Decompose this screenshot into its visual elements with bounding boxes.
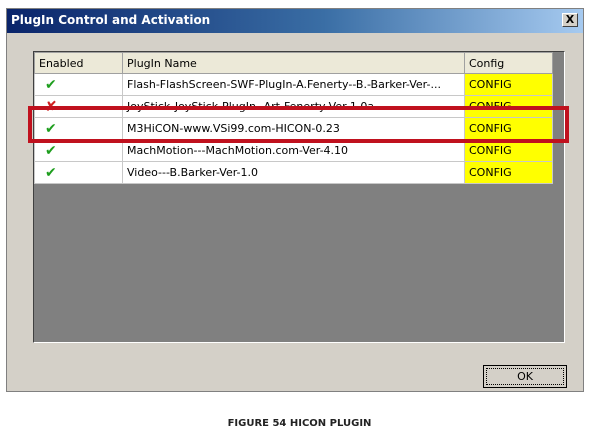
- column-header-enabled[interactable]: Enabled: [34, 52, 123, 74]
- green-check-icon: ✔: [45, 76, 57, 93]
- red-x-icon: ✘: [45, 98, 57, 115]
- enabled-cell[interactable]: ✔: [34, 73, 123, 96]
- enabled-cell[interactable]: ✘: [34, 95, 123, 118]
- plugin-name-cell: M3HiCON-www.VSi99.com-HICON-0.23: [122, 117, 465, 140]
- plugin-table: Enabled PlugIn Name Config ✔ Flash-Flash…: [34, 52, 553, 184]
- enabled-cell[interactable]: ✔: [34, 161, 123, 184]
- table-row[interactable]: ✔ MachMotion---MachMotion.com-Ver-4.10 C…: [34, 139, 553, 162]
- enabled-cell[interactable]: ✔: [34, 117, 123, 140]
- config-button[interactable]: CONFIG: [464, 139, 553, 162]
- title-bar[interactable]: PlugIn Control and Activation X: [7, 9, 583, 33]
- ok-button[interactable]: OK: [483, 365, 567, 388]
- table-header: Enabled PlugIn Name Config: [34, 52, 553, 74]
- plugin-name-cell: Video---B.Barker-Ver-1.0: [122, 161, 465, 184]
- config-button[interactable]: CONFIG: [464, 117, 553, 140]
- plugin-name-cell: Flash-FlashScreen-SWF-PlugIn-A.Fenerty--…: [122, 73, 465, 96]
- green-check-icon: ✔: [45, 120, 57, 137]
- close-button[interactable]: X: [562, 13, 578, 27]
- config-button[interactable]: CONFIG: [464, 161, 553, 184]
- plugin-list[interactable]: Enabled PlugIn Name Config ✔ Flash-Flash…: [33, 51, 565, 343]
- close-icon: X: [565, 13, 575, 26]
- config-button[interactable]: CONFIG: [464, 95, 553, 118]
- plugin-name-cell: JoyStick-JoyStick-PlugIn--Art-Fenerty-Ve…: [122, 95, 465, 118]
- dialog-title: PlugIn Control and Activation: [11, 13, 211, 27]
- ok-button-label: OK: [486, 368, 564, 385]
- green-check-icon: ✔: [45, 164, 57, 181]
- figure-caption: FIGURE 54 HICON PLUGIN: [227, 418, 372, 429]
- plugin-control-dialog: PlugIn Control and Activation X Enabled …: [6, 8, 584, 392]
- green-check-icon: ✔: [45, 142, 57, 159]
- enabled-cell[interactable]: ✔: [34, 139, 123, 162]
- table-row[interactable]: ✔ Flash-FlashScreen-SWF-PlugIn-A.Fenerty…: [34, 73, 553, 96]
- table-row[interactable]: ✔ M3HiCON-www.VSi99.com-HICON-0.23 CONFI…: [34, 117, 553, 140]
- table-row[interactable]: ✔ Video---B.Barker-Ver-1.0 CONFIG: [34, 161, 553, 184]
- config-button[interactable]: CONFIG: [464, 73, 553, 96]
- plugin-name-cell: MachMotion---MachMotion.com-Ver-4.10: [122, 139, 465, 162]
- column-header-config[interactable]: Config: [464, 52, 553, 74]
- column-header-plugin-name[interactable]: PlugIn Name: [122, 52, 465, 74]
- table-row[interactable]: ✘ JoyStick-JoyStick-PlugIn--Art-Fenerty-…: [34, 95, 553, 118]
